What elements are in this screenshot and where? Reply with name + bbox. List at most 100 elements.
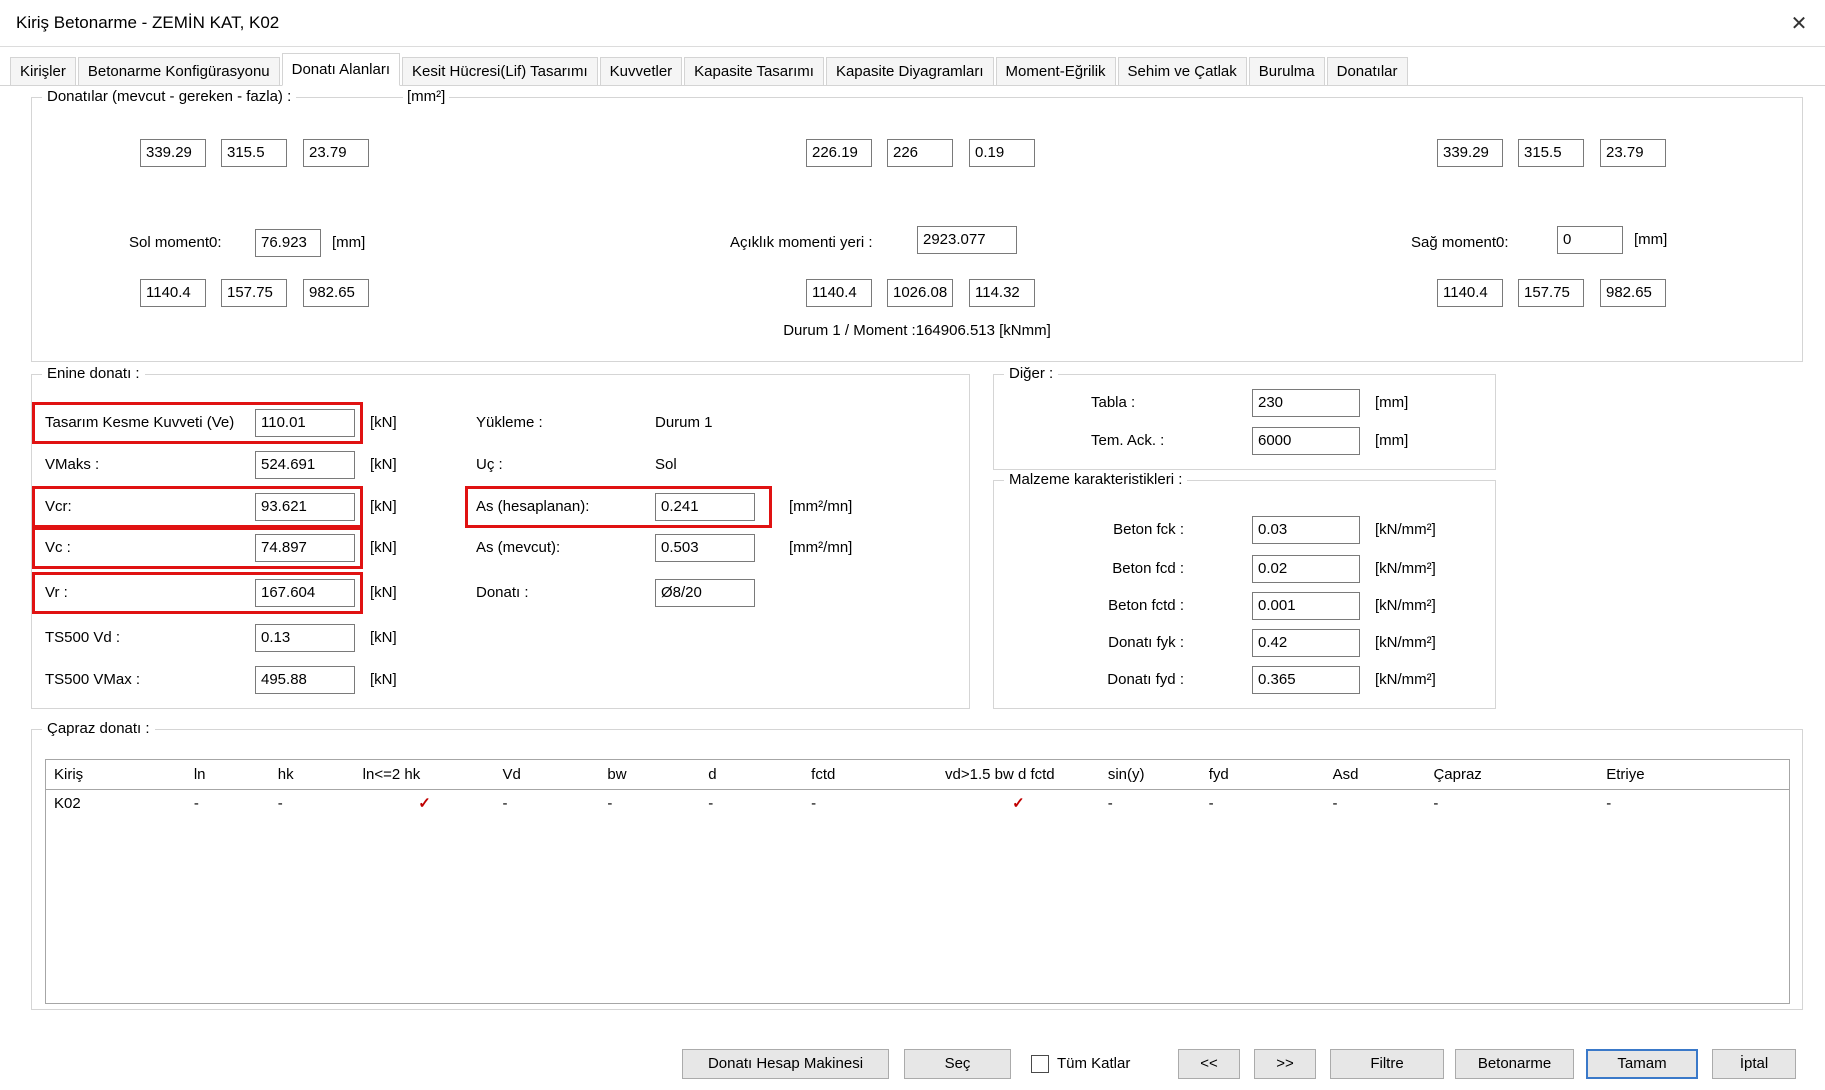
col-vd-bw-d-fctd: vd>1.5 bw d fctd <box>937 760 1100 789</box>
beton-fctd-field[interactable]: 0.001 <box>1252 592 1360 620</box>
vmaks-field[interactable]: 524.691 <box>255 451 355 479</box>
ts500-vmax-field[interactable]: 495.88 <box>255 666 355 694</box>
durum-moment-status: Durum 1 / Moment :164906.513 [kNmm] <box>32 322 1802 339</box>
sag-moment0-label: Sağ moment0: <box>1411 229 1509 257</box>
capraz-table-row-k02[interactable]: K02 - - ✓ - - - - ✓ - - - - - <box>46 790 1789 818</box>
group-donatilar: Donatılar (mevcut - gereken - fazla) : [… <box>31 97 1803 362</box>
col-asd: Asd <box>1325 760 1426 789</box>
uc-value: Sol <box>655 451 677 479</box>
top-right-mevcut-field[interactable]: 339.29 <box>1437 139 1503 167</box>
bottom-right-gereken-field[interactable]: 157.75 <box>1518 279 1584 307</box>
top-left-mevcut-field[interactable]: 339.29 <box>140 139 206 167</box>
top-right-fazla-field[interactable]: 23.79 <box>1600 139 1666 167</box>
ts500-vd-field[interactable]: 0.13 <box>255 624 355 652</box>
tab-bar: Kirişler Betonarme Konfigürasyonu Donatı… <box>0 52 1825 86</box>
cell-bw: - <box>599 790 700 818</box>
bottom-right-fazla-field[interactable]: 982.65 <box>1600 279 1666 307</box>
filtre-button[interactable]: Filtre <box>1330 1049 1444 1079</box>
donati-fyk-label: Donatı fyk : <box>994 629 1184 657</box>
col-etriye: Etriye <box>1598 760 1789 789</box>
col-vd: Vd <box>495 760 600 789</box>
tab-kapasite-diyagramlari[interactable]: Kapasite Diyagramları <box>826 57 994 85</box>
sec-button[interactable]: Seç <box>904 1049 1011 1079</box>
prev-button[interactable]: << <box>1178 1049 1240 1079</box>
yukleme-value: Durum 1 <box>655 409 713 437</box>
tab-kuvvetler[interactable]: Kuvvetler <box>600 57 683 85</box>
vr-field[interactable]: 167.604 <box>255 579 355 607</box>
donati-field[interactable]: Ø8/20 <box>655 579 755 607</box>
cell-hk: - <box>270 790 355 818</box>
tab-kesit-hucresi-lif-tasarimi[interactable]: Kesit Hücresi(Lif) Tasarımı <box>402 57 598 85</box>
tab-donatilar[interactable]: Donatılar <box>1327 57 1408 85</box>
col-bw: bw <box>599 760 700 789</box>
col-sin-y: sin(y) <box>1100 760 1201 789</box>
bottom-right-mevcut-field[interactable]: 1140.4 <box>1437 279 1503 307</box>
bottom-center-fazla-field[interactable]: 114.32 <box>969 279 1035 307</box>
sag-moment0-field[interactable]: 0 <box>1557 226 1623 254</box>
aciklik-momenti-field[interactable]: 2923.077 <box>917 226 1017 254</box>
group-enine-donati: Enine donatı : Tasarım Kesme Kuvveti (Ve… <box>31 374 970 709</box>
tum-katlar-checkbox[interactable] <box>1031 1055 1049 1073</box>
vcr-field[interactable]: 93.621 <box>255 493 355 521</box>
tabla-unit: [mm] <box>1375 389 1408 417</box>
close-icon[interactable]: ✕ <box>1783 9 1815 39</box>
beton-fcd-field[interactable]: 0.02 <box>1252 555 1360 583</box>
as-hesaplanan-field[interactable]: 0.241 <box>655 493 755 521</box>
mm2-unit-label: [mm²] <box>403 88 449 105</box>
aciklik-momenti-label: Açıklık momenti yeri : <box>730 229 873 257</box>
capraz-table-header: Kiriş ln hk ln<=2 hk Vd bw d fctd vd>1.5… <box>46 760 1789 790</box>
donati-hesap-makinesi-button[interactable]: Donatı Hesap Makinesi <box>682 1049 889 1079</box>
iptal-button[interactable]: İptal <box>1712 1049 1796 1079</box>
tab-kapasite-tasarimi[interactable]: Kapasite Tasarımı <box>684 57 824 85</box>
donati-fyk-unit: [kN/mm²] <box>1375 629 1436 657</box>
next-button[interactable]: >> <box>1254 1049 1316 1079</box>
col-capraz: Çapraz <box>1425 760 1598 789</box>
ve-field[interactable]: 110.01 <box>255 409 355 437</box>
tum-katlar-label[interactable]: Tüm Katlar <box>1057 1049 1130 1079</box>
sol-moment0-field[interactable]: 76.923 <box>255 229 321 257</box>
beton-fck-unit: [kN/mm²] <box>1375 516 1436 544</box>
vmaks-label: VMaks : <box>45 451 99 479</box>
top-center-fazla-field[interactable]: 0.19 <box>969 139 1035 167</box>
beton-fck-field[interactable]: 0.03 <box>1252 516 1360 544</box>
top-center-mevcut-field[interactable]: 226.19 <box>806 139 872 167</box>
ts500-vd-unit: [kN] <box>370 624 397 652</box>
tab-donati-alanlari[interactable]: Donatı Alanları <box>282 53 400 86</box>
donati-fyd-field[interactable]: 0.365 <box>1252 666 1360 694</box>
beton-fck-label: Beton fck : <box>994 516 1184 544</box>
cell-fctd: - <box>803 790 937 818</box>
donati-fyk-field[interactable]: 0.42 <box>1252 629 1360 657</box>
top-right-gereken-field[interactable]: 315.5 <box>1518 139 1584 167</box>
tem-ack-field[interactable]: 6000 <box>1252 427 1360 455</box>
cell-vd: - <box>494 790 599 818</box>
bottom-center-gereken-field[interactable]: 1026.08 <box>887 279 953 307</box>
group-capraz-donati: Çapraz donatı : Kiriş ln hk ln<=2 hk Vd … <box>31 729 1803 1010</box>
cell-vd-bw-d-fctd-check-icon: ✓ <box>937 790 1100 818</box>
cell-ln: - <box>186 790 270 818</box>
tamam-button[interactable]: Tamam <box>1586 1049 1698 1079</box>
bottom-left-fazla-field[interactable]: 982.65 <box>303 279 369 307</box>
top-left-gereken-field[interactable]: 315.5 <box>221 139 287 167</box>
top-left-fazla-field[interactable]: 23.79 <box>303 139 369 167</box>
tab-moment-egrilik[interactable]: Moment-Eğrilik <box>996 57 1116 85</box>
vr-unit: [kN] <box>370 579 397 607</box>
betonarme-button[interactable]: Betonarme <box>1455 1049 1574 1079</box>
col-d: d <box>700 760 803 789</box>
col-fyd: fyd <box>1201 760 1325 789</box>
top-center-gereken-field[interactable]: 226 <box>887 139 953 167</box>
tab-sehim-ve-catlak[interactable]: Sehim ve Çatlak <box>1118 57 1247 85</box>
cell-d: - <box>700 790 803 818</box>
cell-sin-y: - <box>1100 790 1201 818</box>
vc-field[interactable]: 74.897 <box>255 534 355 562</box>
bottom-left-gereken-field[interactable]: 157.75 <box>221 279 287 307</box>
as-mevcut-field[interactable]: 0.503 <box>655 534 755 562</box>
bottom-left-mevcut-field[interactable]: 1140.4 <box>140 279 206 307</box>
tabla-field[interactable]: 230 <box>1252 389 1360 417</box>
ts500-vmax-label: TS500 VMax : <box>45 666 140 694</box>
donati-label: Donatı : <box>476 579 529 607</box>
bottom-center-mevcut-field[interactable]: 1140.4 <box>806 279 872 307</box>
col-ln: ln <box>186 760 270 789</box>
tab-burulma[interactable]: Burulma <box>1249 57 1325 85</box>
tab-betonarme-konfigurasyonu[interactable]: Betonarme Konfigürasyonu <box>78 57 280 85</box>
tab-kirisler[interactable]: Kirişler <box>10 57 76 85</box>
